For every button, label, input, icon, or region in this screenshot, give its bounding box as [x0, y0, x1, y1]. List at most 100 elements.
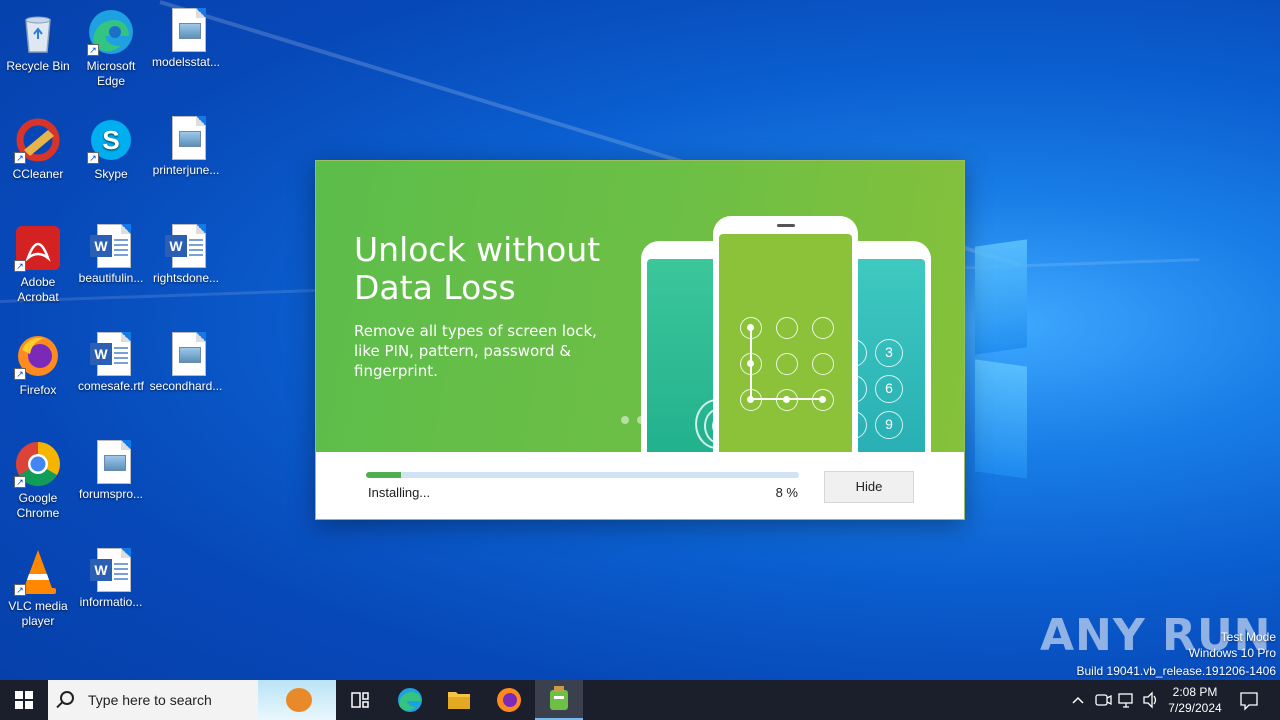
keypad-key: 3: [875, 339, 903, 367]
banner-description: Remove all types of screen lock, like PI…: [354, 322, 597, 380]
desktop-icon-firefox[interactable]: ↗ Firefox: [0, 332, 76, 398]
desktop-icon-word-document[interactable]: W rightsdone...: [148, 224, 224, 286]
image-file-icon: [172, 116, 206, 160]
desktop-icon-skype[interactable]: S ↗ Skype: [73, 116, 149, 182]
installer-banner: Unlock without Data Loss Remove all type…: [316, 161, 964, 452]
desktop-icon-image-file[interactable]: forumspro...: [73, 440, 149, 502]
hide-button[interactable]: Hide: [824, 471, 914, 503]
windows-wallpaper-logo: [975, 235, 1031, 480]
tray-volume[interactable]: [1141, 680, 1161, 720]
desktop-icon-label: forumspro...: [78, 487, 144, 501]
shortcut-arrow-icon: ↗: [14, 152, 26, 164]
desktop-icon-label: Recycle Bin: [6, 59, 70, 73]
desktop-icon-label: printerjune...: [152, 163, 220, 177]
task-view-icon: [351, 692, 369, 708]
desktop-icon-microsoft-edge[interactable]: ↗ Microsoft Edge: [73, 8, 149, 89]
desktop-icon-label: beautifulin...: [78, 271, 144, 285]
shortcut-arrow-icon: ↗: [14, 260, 26, 272]
desktop-icon-ccleaner[interactable]: ↗ CCleaner: [0, 116, 76, 182]
chevron-up-icon: [1072, 696, 1084, 704]
taskbar: Type here to search 2:08 PM 7/29/2024: [0, 680, 1280, 720]
install-status: Installing...: [368, 485, 431, 500]
desktop-icon-label: Google Chrome: [16, 491, 60, 520]
desktop-icon-image-file[interactable]: modelsstat...: [148, 8, 224, 70]
search-highlight-image: [258, 680, 336, 720]
search-icon: [60, 691, 74, 705]
word-document-icon: W: [90, 548, 131, 592]
desktop-icon-label: modelsstat...: [151, 55, 221, 69]
taskbar-installer-app[interactable]: [535, 680, 583, 720]
edge-icon: ↗: [87, 8, 135, 56]
watermark-os-edition: Windows 10 Pro: [1188, 646, 1276, 660]
phone-speaker: [777, 224, 795, 227]
speaker-icon: [1143, 691, 1157, 709]
install-percent: 8 %: [775, 485, 798, 500]
banner-headline: Unlock without Data Loss: [354, 230, 601, 307]
shortcut-arrow-icon: ↗: [14, 584, 26, 596]
shortcut-arrow-icon: ↗: [87, 44, 99, 56]
chrome-icon: ↗: [14, 440, 62, 488]
taskbar-firefox[interactable]: [485, 680, 533, 720]
desktop-icon-label: Adobe Acrobat: [17, 275, 59, 304]
image-file-icon: [172, 8, 206, 52]
tray-meet-now[interactable]: [1093, 680, 1113, 720]
adobe-acrobat-icon: ↗: [14, 224, 62, 272]
firefox-icon: [497, 688, 521, 712]
task-view-button[interactable]: [336, 680, 384, 720]
taskbar-edge[interactable]: [386, 680, 434, 720]
desktop-icon-recycle-bin[interactable]: Recycle Bin: [0, 8, 76, 74]
watermark-test-mode: Test Mode: [1220, 630, 1276, 644]
carousel-dot: [621, 416, 629, 424]
desktop-icon-vlc[interactable]: ↗ VLC media player: [0, 548, 76, 629]
desktop-icon-google-chrome[interactable]: ↗ Google Chrome: [0, 440, 76, 521]
recycle-bin-icon: [14, 8, 62, 56]
desktop-icon-word-document[interactable]: W comesafe.rtf: [73, 332, 149, 394]
desktop-icon-label: comesafe.rtf: [77, 379, 145, 393]
word-document-icon: W: [90, 332, 131, 376]
desktop-icon-label: secondhard...: [149, 379, 223, 393]
desktop-icon-word-document[interactable]: W informatio...: [73, 548, 149, 610]
word-document-icon: W: [90, 224, 131, 268]
installer-footer: Installing... 8 % Hide: [316, 452, 964, 519]
svg-text:S: S: [102, 125, 119, 155]
search-placeholder: Type here to search: [88, 692, 212, 708]
desktop-icon-label: Microsoft Edge: [86, 59, 136, 88]
desktop-icon-image-file[interactable]: secondhard...: [148, 332, 224, 394]
install-progress-bar: [366, 472, 799, 478]
shortcut-arrow-icon: ↗: [14, 476, 26, 488]
firefox-icon: ↗: [14, 332, 62, 380]
desktop-icon-label: Firefox: [19, 383, 57, 397]
desktop-icon-image-file[interactable]: printerjune...: [148, 116, 224, 178]
desktop-icon-label: CCleaner: [12, 167, 64, 181]
folder-icon: [448, 692, 470, 709]
action-center-button[interactable]: [1234, 680, 1264, 720]
desktop-icon-word-document[interactable]: W beautifulin...: [73, 224, 149, 286]
keypad-key: 6: [875, 375, 903, 403]
clock-date: 7/29/2024: [1168, 701, 1222, 715]
ccleaner-icon: ↗: [14, 116, 62, 164]
desktop-icon-label: VLC media player: [8, 599, 68, 628]
taskbar-clock[interactable]: 2:08 PM 7/29/2024: [1160, 684, 1230, 716]
installer-app-icon: [550, 686, 568, 710]
network-icon: [1118, 693, 1133, 708]
tray-network[interactable]: [1117, 680, 1137, 720]
desktop-icon-adobe-acrobat[interactable]: ↗ Adobe Acrobat: [0, 224, 76, 305]
camera-icon: [1095, 694, 1112, 706]
start-button[interactable]: [0, 680, 48, 720]
edge-icon: [398, 688, 422, 712]
desktop-icon-label: rightsdone...: [152, 271, 220, 285]
vlc-icon: ↗: [14, 548, 62, 596]
keypad-key: 9: [875, 411, 903, 439]
installer-window[interactable]: Unlock without Data Loss Remove all type…: [315, 160, 965, 520]
shortcut-arrow-icon: ↗: [14, 368, 26, 380]
taskbar-search-box[interactable]: Type here to search: [48, 680, 336, 720]
pattern-lock-icon: [719, 234, 852, 452]
desktop-icon-label: informatio...: [79, 595, 143, 609]
image-file-icon: [172, 332, 206, 376]
install-progress-fill: [366, 472, 401, 478]
show-hidden-icons-button[interactable]: [1068, 680, 1088, 720]
word-document-icon: W: [165, 224, 206, 268]
taskbar-file-explorer[interactable]: [435, 680, 483, 720]
watermark-build: Build 19041.vb_release.191206-1406: [1076, 664, 1277, 678]
phone-illustration-pattern: [713, 216, 858, 452]
